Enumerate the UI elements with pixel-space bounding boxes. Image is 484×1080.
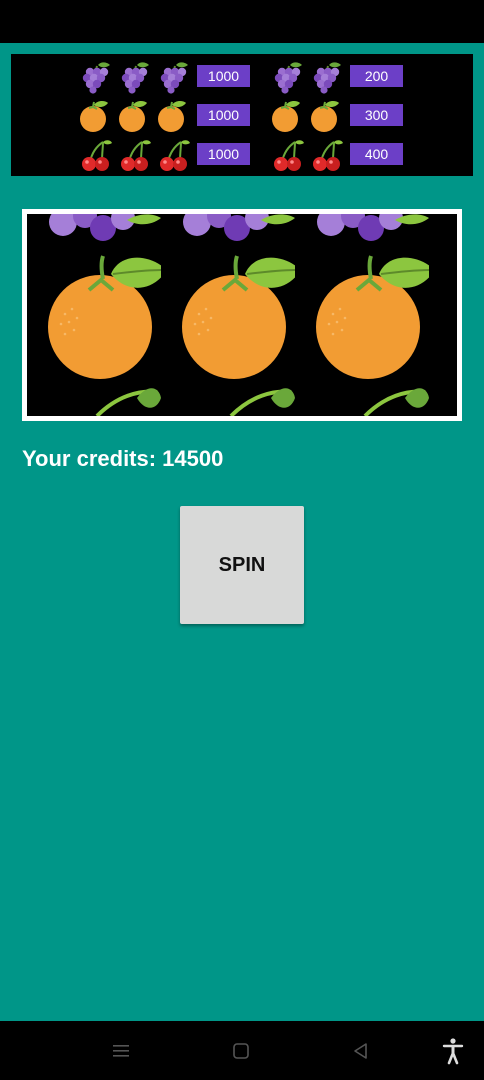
back-button[interactable] [331,1021,391,1080]
back-triangle-icon [354,1042,367,1059]
cherry-icon [157,138,191,172]
payout-badge-three-grape: 1000 [197,65,250,87]
payout-badge-three-cherry: 1000 [197,143,250,165]
paytable-row-grape: 1000 200 [11,60,473,92]
menu-button[interactable] [91,1021,151,1080]
slot-machine-frame [22,209,462,421]
reel-3 [316,214,429,416]
grape-icon [271,60,305,94]
payout-badge-two-grape: 200 [350,65,403,87]
orange-icon [77,99,111,133]
payout-badge-two-orange: 300 [350,104,403,126]
cherry-icon [118,138,152,172]
grape-icon [79,60,113,94]
reel-2 [182,214,295,416]
cherry-icon [310,138,344,172]
paytable-row-orange: 1000 300 [11,99,473,131]
grape-icon [317,214,429,241]
orange-icon [116,99,150,133]
orange-icon [308,99,342,133]
payout-badge-two-cherry: 400 [350,143,403,165]
reel-window [27,214,457,416]
grape-icon [118,60,152,94]
paytable-row-cherry: 1000 400 [11,138,473,170]
accessibility-button[interactable] [423,1021,483,1080]
orange-icon [48,255,161,379]
payout-badge-three-orange: 1000 [197,104,250,126]
menu-icon [113,1044,129,1057]
grape-icon [183,214,295,241]
cherry-stem-icon [363,388,429,416]
orange-icon [269,99,303,133]
grape-icon [310,60,344,94]
cherry-icon [271,138,305,172]
spin-button[interactable]: SPIN [180,506,304,624]
status-bar [0,0,484,43]
orange-icon [182,255,295,379]
cherry-stem-icon [229,388,295,416]
credits-label: Your credits: 14500 [22,446,224,471]
accessibility-icon [442,1037,464,1064]
home-button[interactable] [211,1021,271,1080]
reel-1 [48,214,161,416]
cherry-icon [79,138,113,172]
orange-icon [155,99,189,133]
grape-icon [157,60,191,94]
navigation-bar [0,1021,484,1080]
paytable: 1000 200 1000 300 1000 400 [11,54,473,176]
grape-icon [49,214,161,241]
home-square-icon [233,1042,249,1059]
orange-icon [316,255,429,379]
cherry-stem-icon [95,388,161,416]
